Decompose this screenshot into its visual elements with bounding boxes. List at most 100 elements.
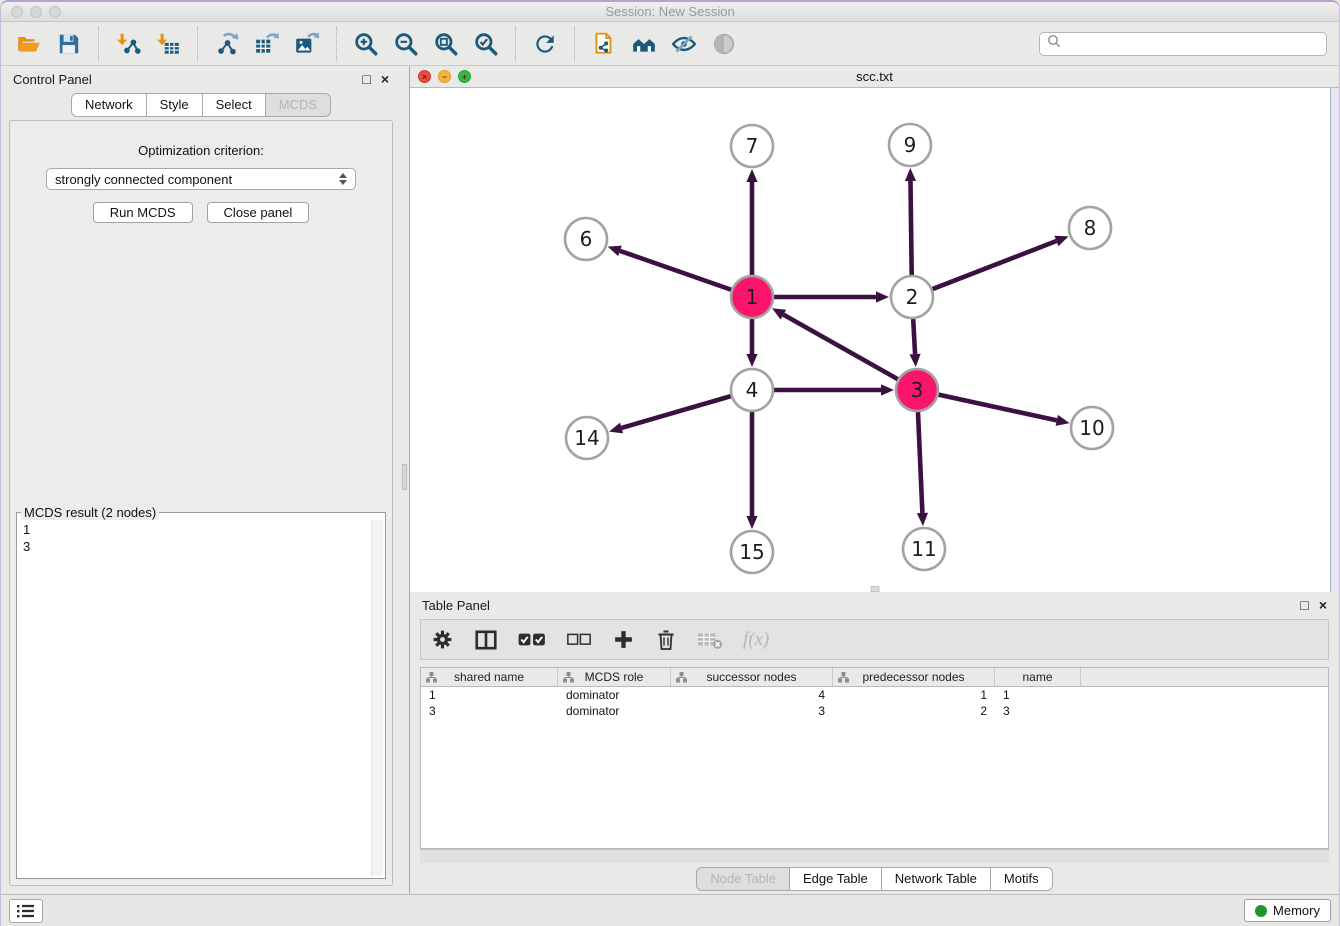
node-9[interactable]: 9 (889, 124, 931, 166)
edge-1-6[interactable] (608, 246, 732, 290)
result-scrollbar[interactable] (371, 520, 383, 876)
table-cell[interactable]: dominator (558, 704, 671, 718)
split-view-icon[interactable] (474, 628, 498, 652)
save-session-icon[interactable] (52, 26, 86, 62)
tab-motifs[interactable]: Motifs (991, 867, 1053, 891)
float-panel-icon[interactable]: □ (362, 72, 370, 86)
edge-4-3[interactable] (774, 384, 894, 395)
canvas-resize-grip[interactable] (870, 586, 879, 592)
network-vertical-scrollbar[interactable] (1330, 88, 1339, 592)
close-window-button[interactable] (11, 6, 23, 18)
deselect-all-columns-icon[interactable] (566, 633, 592, 646)
node-3[interactable]: 3 (896, 369, 938, 411)
close-panel-icon[interactable]: × (381, 72, 389, 86)
column-header-shared-name[interactable]: shared name (421, 668, 558, 686)
hide-graphics-details-icon[interactable] (667, 26, 701, 62)
tab-network-table[interactable]: Network Table (882, 867, 991, 891)
task-history-button[interactable] (9, 899, 43, 923)
table-row[interactable]: 1dominator411 (421, 687, 1328, 703)
minimize-window-button[interactable] (30, 6, 42, 18)
table-cell[interactable]: 4 (671, 688, 833, 702)
edge-1-2[interactable] (774, 291, 889, 302)
zoom-selected-icon[interactable] (469, 26, 503, 62)
close-table-panel-icon[interactable]: × (1319, 598, 1327, 612)
table-row[interactable]: 3dominator323 (421, 703, 1328, 719)
network-minimize-button[interactable]: − (438, 70, 451, 83)
select-all-columns-icon[interactable] (518, 632, 546, 647)
node-2[interactable]: 2 (891, 276, 933, 318)
first-neighbors-icon[interactable] (627, 26, 661, 62)
column-header-successor-nodes[interactable]: successor nodes (671, 668, 833, 686)
tab-network[interactable]: Network (71, 93, 147, 117)
node-6[interactable]: 6 (565, 218, 607, 260)
column-settings-gear-icon[interactable] (431, 628, 454, 651)
edge-1-7[interactable] (746, 169, 757, 275)
edge-2-3[interactable] (909, 319, 920, 367)
column-header-name[interactable]: name (995, 668, 1081, 686)
zoom-out-icon[interactable] (389, 26, 423, 62)
table-cell[interactable]: 1 (833, 688, 995, 702)
export-image-icon[interactable] (290, 26, 324, 62)
toggle-graphics-details-icon[interactable] (707, 26, 741, 62)
column-header-predecessor-nodes[interactable]: predecessor nodes (833, 668, 995, 686)
table-cell[interactable]: 1 (421, 688, 558, 702)
add-column-icon[interactable] (612, 628, 635, 651)
memory-button[interactable]: Memory (1244, 899, 1331, 922)
network-close-button[interactable]: × (418, 70, 431, 83)
table-cell[interactable]: 1 (995, 688, 1081, 702)
table-cell[interactable]: dominator (558, 688, 671, 702)
edge-2-8[interactable] (933, 236, 1069, 289)
zoom-fit-icon[interactable] (429, 26, 463, 62)
network-canvas[interactable]: 7 9 6 8 1 2 4 3 14 10 15 11 (410, 88, 1339, 592)
column-header-mcds-role[interactable]: MCDS role (558, 668, 671, 686)
panel-splitter[interactable] (401, 66, 409, 894)
network-graph[interactable]: 7 9 6 8 1 2 4 3 14 10 15 11 (410, 88, 1333, 592)
run-mcds-button[interactable]: Run MCDS (93, 202, 193, 223)
tab-edge-table[interactable]: Edge Table (790, 867, 882, 891)
search-input[interactable] (1066, 36, 1319, 52)
edge-2-9[interactable] (905, 168, 916, 275)
close-panel-button[interactable]: Close panel (207, 202, 310, 223)
window-controls[interactable] (11, 6, 61, 18)
node-1[interactable]: 1 (731, 276, 773, 318)
edge-4-15[interactable] (746, 412, 757, 529)
clone-network-icon[interactable] (587, 26, 621, 62)
node-15[interactable]: 15 (731, 531, 773, 573)
import-table-icon[interactable] (151, 26, 185, 62)
refresh-icon[interactable] (528, 26, 562, 62)
node-11[interactable]: 11 (903, 528, 945, 570)
node-8[interactable]: 8 (1069, 207, 1111, 249)
network-maximize-button[interactable]: + (458, 70, 471, 83)
tab-mcds[interactable]: MCDS (266, 93, 331, 117)
main-toolbar (1, 22, 1339, 66)
table-cell[interactable]: 2 (833, 704, 995, 718)
export-table-icon[interactable] (250, 26, 284, 62)
table-cell[interactable]: 3 (421, 704, 558, 718)
criterion-select[interactable]: strongly connected component (46, 168, 356, 190)
table-cell[interactable]: 3 (995, 704, 1081, 718)
node-4[interactable]: 4 (731, 369, 773, 411)
search-box[interactable] (1039, 32, 1327, 56)
node-14[interactable]: 14 (566, 417, 608, 459)
import-network-icon[interactable] (111, 26, 145, 62)
open-session-icon[interactable] (12, 26, 46, 62)
node-10[interactable]: 10 (1071, 407, 1113, 449)
toolbar-separator (197, 27, 198, 61)
edge-4-14[interactable] (609, 396, 731, 433)
export-network-icon[interactable] (210, 26, 244, 62)
delete-column-icon[interactable] (655, 628, 677, 652)
tab-select[interactable]: Select (203, 93, 266, 117)
splitter-grip[interactable] (402, 464, 407, 490)
tab-node-table[interactable]: Node Table (696, 867, 790, 891)
edge-3-10[interactable] (938, 395, 1069, 426)
node-7[interactable]: 7 (731, 125, 773, 167)
table-cell[interactable]: 3 (671, 704, 833, 718)
maximize-window-button[interactable] (49, 6, 61, 18)
zoom-in-icon[interactable] (349, 26, 383, 62)
network-window-controls[interactable]: × − + (418, 70, 471, 83)
edge-3-11[interactable] (917, 412, 928, 526)
tab-style[interactable]: Style (147, 93, 203, 117)
float-table-panel-icon[interactable]: □ (1300, 598, 1308, 612)
edge-1-4[interactable] (746, 319, 757, 367)
edge-3-1[interactable] (772, 308, 898, 379)
